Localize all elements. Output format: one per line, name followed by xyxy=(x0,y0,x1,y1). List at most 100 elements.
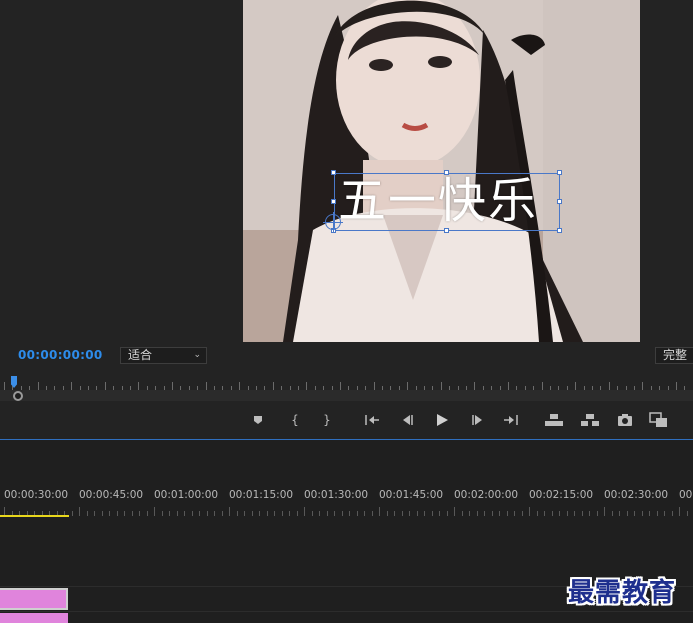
ruler-tick xyxy=(239,382,241,390)
ruler-tick xyxy=(244,511,245,516)
transform-handle[interactable] xyxy=(444,170,449,175)
ruler-tick xyxy=(394,511,395,516)
ruler-tick xyxy=(608,382,610,390)
go-to-in-button[interactable] xyxy=(362,411,382,429)
transform-handle[interactable] xyxy=(331,170,336,175)
ruler-tick xyxy=(536,511,538,516)
ruler-tick xyxy=(446,511,448,516)
transform-handle[interactable] xyxy=(557,228,562,233)
ruler-tick xyxy=(214,511,215,516)
ruler-tick xyxy=(71,511,73,516)
ruler-tick xyxy=(191,511,193,516)
transform-handle[interactable] xyxy=(557,199,562,204)
lift-button[interactable] xyxy=(544,411,564,429)
ruler-tick xyxy=(311,511,313,516)
step-back-icon xyxy=(403,415,413,425)
monitor-scrub-bar[interactable] xyxy=(0,390,693,401)
go-to-out-icon xyxy=(504,415,518,425)
ruler-tick xyxy=(499,511,500,516)
ruler-tick xyxy=(86,511,88,516)
mark-out-button[interactable]: } xyxy=(317,411,337,429)
ruler-tick xyxy=(529,507,530,516)
ruler-tick xyxy=(454,507,455,516)
ruler-tick xyxy=(236,511,238,516)
compare-view-button[interactable] xyxy=(649,411,669,429)
ruler-tick xyxy=(356,511,358,516)
scrub-knob[interactable] xyxy=(13,391,23,401)
timeline-timecode-label: 00:01:15:00 xyxy=(229,489,294,501)
step-forward-icon xyxy=(472,415,482,425)
ruler-tick xyxy=(281,511,283,516)
ruler-tick xyxy=(138,382,140,390)
ruler-tick xyxy=(319,511,320,516)
step-back-button[interactable] xyxy=(397,411,417,429)
play-button[interactable] xyxy=(432,411,452,429)
transform-handle[interactable] xyxy=(331,199,336,204)
mark-in-button[interactable]: { xyxy=(285,411,305,429)
extract-button[interactable] xyxy=(580,411,600,429)
ruler-tick xyxy=(634,511,635,516)
ruler-tick xyxy=(431,511,433,516)
go-to-out-button[interactable] xyxy=(501,411,521,429)
ruler-tick xyxy=(596,511,598,516)
ruler-tick xyxy=(679,507,680,516)
timeline-timecode-label: 00 xyxy=(679,489,693,501)
zoom-fit-select[interactable]: 适合 ⌄ xyxy=(120,347,207,364)
ruler-tick xyxy=(476,511,478,516)
timeline-timecode-label: 00:01:00:00 xyxy=(154,489,219,501)
ruler-tick xyxy=(589,511,590,516)
go-to-in-icon xyxy=(365,415,379,425)
ruler-tick xyxy=(626,511,628,516)
step-forward-button[interactable] xyxy=(468,411,488,429)
ruler-tick xyxy=(461,511,463,516)
ruler-tick xyxy=(364,511,365,516)
monitor-time-ruler[interactable] xyxy=(0,376,693,390)
ruler-tick xyxy=(641,511,643,516)
transform-handle[interactable] xyxy=(557,170,562,175)
ruler-tick xyxy=(251,511,253,516)
timeline-timecode-label: 00:01:30:00 xyxy=(304,489,369,501)
ruler-tick xyxy=(124,511,125,516)
ruler-tick xyxy=(139,511,140,516)
ruler-tick xyxy=(575,382,577,390)
ruler-tick xyxy=(469,511,470,516)
ruler-tick xyxy=(274,511,275,516)
anchor-point-icon[interactable] xyxy=(323,212,343,232)
timeline-timecode-label: 00:02:15:00 xyxy=(529,489,594,501)
ruler-tick xyxy=(401,511,403,516)
ruler-tick xyxy=(161,511,163,516)
ruler-tick xyxy=(172,382,173,390)
timeline-time-ruler[interactable] xyxy=(0,506,693,516)
add-marker-button[interactable] xyxy=(248,411,268,429)
ruler-tick xyxy=(559,511,560,516)
transform-handle[interactable] xyxy=(444,228,449,233)
title-overlay-text[interactable]: 五一快乐 xyxy=(338,170,564,232)
ruler-tick xyxy=(221,511,223,516)
ruler-tick xyxy=(341,511,343,516)
zoom-fit-value: 适合 xyxy=(128,348,153,362)
video-clip[interactable] xyxy=(0,588,68,610)
ruler-tick xyxy=(206,511,208,516)
playhead-timecode[interactable]: 00:00:00:00 xyxy=(18,348,103,362)
work-area-bar[interactable] xyxy=(0,515,69,517)
ruler-tick xyxy=(146,511,148,516)
video-clip[interactable] xyxy=(0,613,68,623)
ruler-tick xyxy=(439,511,440,516)
timeline-timecode-label: 00:00:45:00 xyxy=(79,489,144,501)
playback-quality-select[interactable]: 完整 xyxy=(655,347,693,364)
ruler-tick xyxy=(671,511,673,516)
ruler-tick xyxy=(611,511,613,516)
ruler-tick xyxy=(506,511,508,516)
ruler-tick xyxy=(71,382,73,390)
compare-icon xyxy=(649,412,667,427)
ruler-tick xyxy=(409,511,410,516)
export-frame-button[interactable] xyxy=(615,411,635,429)
ruler-tick xyxy=(386,511,388,516)
mark-in-icon: { xyxy=(291,413,299,427)
camera-icon xyxy=(618,414,632,426)
ruler-tick xyxy=(349,511,350,516)
ruler-tick xyxy=(94,511,95,516)
ruler-tick xyxy=(184,511,185,516)
ruler-tick xyxy=(551,511,553,516)
ruler-tick xyxy=(371,511,373,516)
